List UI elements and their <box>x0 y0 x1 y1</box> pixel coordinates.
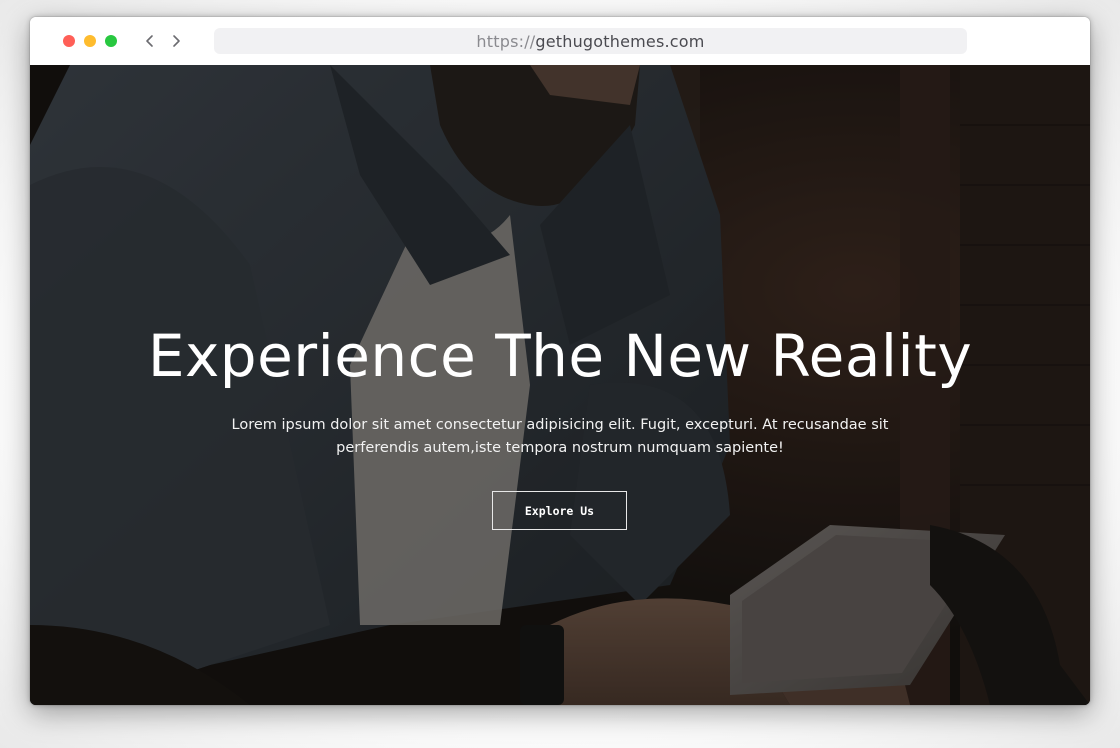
browser-window: https://gethugothemes.com Experience The… <box>30 17 1090 705</box>
url-scheme: https:// <box>476 31 536 51</box>
page-backdrop: https://gethugothemes.com Experience The… <box>0 0 1120 748</box>
minimize-window-dot[interactable] <box>84 35 96 47</box>
chevron-right-icon <box>173 35 180 47</box>
url-host: gethugothemes.com <box>535 31 705 51</box>
hero-title: Experience The New Reality <box>147 322 973 390</box>
explore-us-button[interactable]: Explore Us <box>492 491 627 530</box>
close-window-dot[interactable] <box>63 35 75 47</box>
forward-button[interactable] <box>166 30 186 52</box>
hero-section: Experience The New Reality Lorem ipsum d… <box>30 65 1090 705</box>
back-button[interactable] <box>140 30 160 52</box>
maximize-window-dot[interactable] <box>105 35 117 47</box>
chevron-left-icon <box>146 35 153 47</box>
hero-subtitle: Lorem ipsum dolor sit amet consectetur a… <box>231 417 889 456</box>
address-bar[interactable]: https://gethugothemes.com <box>214 28 967 54</box>
browser-titlebar: https://gethugothemes.com <box>30 17 1090 65</box>
